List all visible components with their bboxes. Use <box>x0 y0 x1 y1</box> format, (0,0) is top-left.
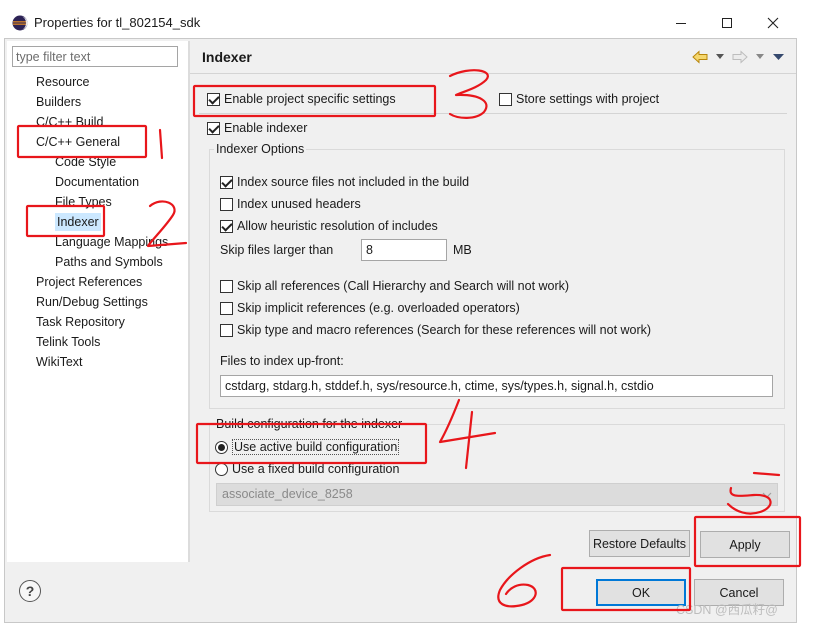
radio-label: Use a fixed build configuration <box>232 462 400 476</box>
nav-item-telink-tools[interactable]: Telink Tools <box>36 333 100 351</box>
help-button[interactable]: ? <box>19 580 41 602</box>
checkbox-box[interactable] <box>207 92 220 106</box>
nav-item-code-style[interactable]: Code Style <box>55 153 116 171</box>
header-separator <box>190 73 796 74</box>
chevron-down-icon <box>762 492 772 498</box>
skip-larger-input[interactable]: 8 <box>361 239 447 261</box>
checkbox-box[interactable] <box>220 279 233 293</box>
heuristic-resolution-checkbox[interactable]: Allow heuristic resolution of includes <box>220 218 438 234</box>
nav-item-cpp-build[interactable]: C/C++ Build <box>36 113 103 131</box>
checkbox-box[interactable] <box>220 301 233 315</box>
nav-item-cpp-general[interactable]: C/C++ General <box>36 133 120 151</box>
fixed-config-value: associate_device_8258 <box>222 487 353 501</box>
ok-button[interactable]: OK <box>596 579 686 606</box>
index-unused-headers-checkbox[interactable]: Index unused headers <box>220 196 361 212</box>
nav-item-indexer[interactable]: Indexer <box>55 213 101 231</box>
close-button[interactable] <box>750 8 796 38</box>
forward-dropdown-icon[interactable] <box>756 50 764 64</box>
nav-item-builders[interactable]: Builders <box>36 93 81 111</box>
checkbox-label: Index source files not included in the b… <box>237 175 470 189</box>
upfront-files-label: Files to index up-front: <box>220 354 344 368</box>
forward-arrow-icon[interactable] <box>732 50 748 64</box>
checkbox-label: Skip type and macro references (Search f… <box>237 323 652 337</box>
fixed-config-select[interactable]: associate_device_8258 <box>216 483 778 506</box>
nav-item-wikitext[interactable]: WikiText <box>36 353 83 371</box>
checkbox-label: Skip all references (Call Hierarchy and … <box>237 279 570 293</box>
minimize-icon <box>676 23 686 24</box>
checkbox-box[interactable] <box>207 121 220 135</box>
use-active-config-radio[interactable]: Use active build configuration <box>215 439 400 455</box>
minimize-button[interactable] <box>658 8 704 38</box>
checkbox-label: Allow heuristic resolution of includes <box>237 219 438 233</box>
upfront-files-input[interactable]: cstdarg, stdarg.h, stddef.h, sys/resourc… <box>220 375 773 397</box>
nav-item-resource[interactable]: Resource <box>36 73 90 91</box>
back-dropdown-icon[interactable] <box>716 50 724 64</box>
radio-label: Use active build configuration <box>232 439 400 455</box>
back-arrow-icon[interactable] <box>692 50 708 64</box>
radio-circle[interactable] <box>215 440 228 454</box>
checkbox-label: Skip implicit references (e.g. overloade… <box>237 301 520 315</box>
window-title: Properties for tl_802154_sdk <box>34 15 201 30</box>
indexer-options-legend: Indexer Options <box>214 142 307 156</box>
skip-larger-label: Skip files larger than <box>220 243 334 257</box>
index-source-files-checkbox[interactable]: Index source files not included in the b… <box>220 174 469 190</box>
section-separator <box>199 113 787 114</box>
view-menu-icon[interactable] <box>773 50 784 64</box>
nav-item-project-references[interactable]: Project References <box>36 273 142 291</box>
checkbox-label: Index unused headers <box>237 197 361 211</box>
skip-all-references-checkbox[interactable]: Skip all references (Call Hierarchy and … <box>220 278 569 294</box>
nav-item-documentation[interactable]: Documentation <box>55 173 139 191</box>
use-fixed-config-radio[interactable]: Use a fixed build configuration <box>215 461 399 477</box>
nav-item-file-types[interactable]: File Types <box>55 193 112 211</box>
checkbox-box[interactable] <box>220 219 233 233</box>
checkbox-label: Enable project specific settings <box>224 92 396 106</box>
nav-item-language-mappings[interactable]: Language Mappings <box>55 233 168 251</box>
skip-type-macro-references-checkbox[interactable]: Skip type and macro references (Search f… <box>220 322 651 338</box>
store-with-project-checkbox[interactable]: Store settings with project <box>499 91 659 107</box>
maximize-icon <box>722 18 732 28</box>
filter-input[interactable] <box>12 46 178 67</box>
nav-item-task-repository[interactable]: Task Repository <box>36 313 125 331</box>
page-title: Indexer <box>202 49 252 65</box>
apply-button[interactable]: Apply <box>700 531 790 558</box>
skip-implicit-references-checkbox[interactable]: Skip implicit references (e.g. overloade… <box>220 300 520 316</box>
nav-item-run-debug-settings[interactable]: Run/Debug Settings <box>36 293 148 311</box>
enable-indexer-checkbox[interactable]: Enable indexer <box>207 120 307 136</box>
maximize-button[interactable] <box>704 8 750 38</box>
checkbox-box[interactable] <box>220 323 233 337</box>
checkbox-label: Store settings with project <box>516 92 660 106</box>
close-icon <box>767 17 779 29</box>
radio-circle[interactable] <box>215 462 228 476</box>
enable-project-specific-checkbox[interactable]: Enable project specific settings <box>207 91 396 107</box>
checkbox-box[interactable] <box>220 197 233 211</box>
checkbox-box[interactable] <box>220 175 233 189</box>
nav-item-paths-and-symbols[interactable]: Paths and Symbols <box>55 253 163 271</box>
checkbox-box[interactable] <box>499 92 512 106</box>
build-config-legend: Build configuration for the indexer <box>214 417 405 431</box>
restore-defaults-button[interactable]: Restore Defaults <box>589 530 690 557</box>
eclipse-icon <box>12 15 28 31</box>
skip-larger-unit: MB <box>453 243 472 257</box>
watermark-text: CSDN @西瓜籽@ <box>676 603 778 617</box>
checkbox-label: Enable indexer <box>224 121 308 135</box>
